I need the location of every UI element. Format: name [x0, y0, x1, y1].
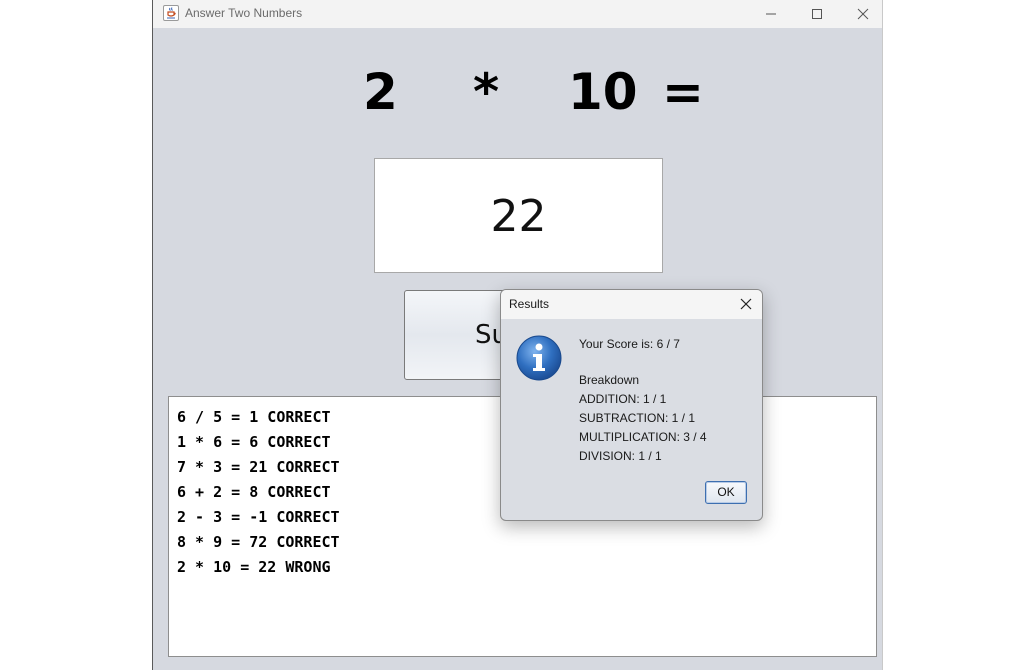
ok-button[interactable]: OK [705, 481, 747, 504]
division-score: DIVISION: 1 / 1 [579, 449, 662, 463]
java-coffee-cup-icon [163, 5, 179, 21]
title-bar[interactable]: Answer Two Numbers [153, 0, 882, 28]
close-icon [857, 8, 869, 20]
close-icon [740, 298, 752, 310]
dialog-title: Results [509, 297, 550, 311]
multiplication-score: MULTIPLICATION: 3 / 4 [579, 430, 707, 444]
minimize-button[interactable] [748, 0, 794, 28]
dialog-title-bar[interactable]: Results [501, 290, 762, 319]
subtraction-score: SUBTRACTION: 1 / 1 [579, 411, 696, 425]
equals-sign: = [662, 63, 704, 121]
results-dialog: Results Your Score is: 6 / 7 Breakdown A… [500, 289, 763, 521]
score-text: Your Score is: 6 / 7 [579, 337, 680, 351]
log-line: 8 * 9 = 72 CORRECT [177, 533, 340, 551]
log-line: 2 * 10 = 22 WRONG [177, 558, 331, 576]
info-icon [515, 334, 563, 382]
operator-sign: * [473, 63, 500, 121]
dialog-close-button[interactable] [738, 296, 754, 312]
breakdown-header: Breakdown [579, 373, 640, 387]
close-button[interactable] [840, 0, 882, 28]
operand-2: 10 [568, 63, 638, 121]
maximize-icon [812, 9, 822, 19]
minimize-icon [766, 13, 776, 15]
maximize-button[interactable] [794, 0, 840, 28]
addition-score: ADDITION: 1 / 1 [579, 392, 667, 406]
answer-input[interactable]: 22 [374, 158, 663, 273]
operand-1: 2 [363, 63, 398, 121]
window-title: Answer Two Numbers [185, 6, 303, 20]
